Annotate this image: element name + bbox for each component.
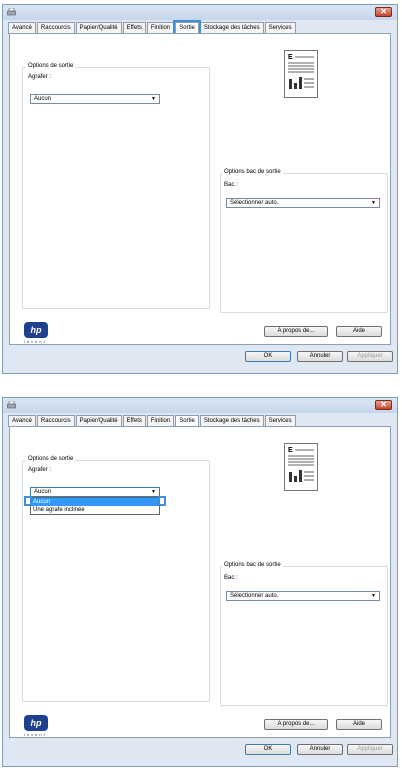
page-preview-icon: E [288, 54, 314, 89]
hp-tagline: invent [24, 339, 47, 344]
hp-logo: hp [24, 715, 48, 731]
sortie-panel: Options de sortie Agrafer : Aucun ▼ E Op… [9, 33, 391, 345]
output-options-label: Options de sortie [26, 456, 76, 462]
staple-label: Agrafer : [28, 467, 52, 473]
chevron-down-icon: ▼ [151, 96, 156, 102]
bin-options-group [220, 566, 388, 706]
staple-dropdown-list: Aucun Une agrafe inclinée [30, 497, 160, 515]
staple-select[interactable]: Aucun ▼ [30, 487, 160, 497]
staple-select-value: Aucun [34, 96, 52, 102]
svg-text:E: E [288, 54, 293, 61]
sortie-panel: Options de sortie Agrafer : Aucun ▼ Aucu… [9, 426, 391, 738]
dropdown-option-agrafe-inclinee[interactable]: Une agrafe inclinée [31, 506, 159, 514]
staple-select[interactable]: Aucun ▼ [30, 94, 160, 104]
page-preview-icon: E [288, 447, 314, 482]
bin-select[interactable]: Sélectionner auto. ▼ [226, 591, 380, 601]
bin-options-group [220, 173, 388, 313]
staple-label: Agrafer : [28, 74, 52, 80]
bin-select-value: Sélectionner auto. [230, 593, 279, 599]
tab-bar: Avancé Raccourcis Papier/Qualité Effets Fini… [8, 414, 297, 428]
chevron-down-icon: ▼ [151, 489, 156, 495]
highlight-marker-left [24, 496, 32, 506]
close-button[interactable]: ✕ [375, 7, 392, 17]
apply-button[interactable]: Appliquer [347, 744, 393, 755]
tab-bar: Avancé Raccourcis Papier/Qualité Effets Fini… [8, 20, 297, 37]
highlight-marker-right [158, 496, 166, 506]
hp-logo: hp [24, 322, 48, 338]
bin-label: Bac : [224, 575, 238, 581]
printer-icon [7, 8, 16, 16]
ok-button[interactable]: OK [245, 744, 291, 755]
printer-properties-window: ✕ Avancé Raccourcis Papier/Qualité Effets Fi… [2, 4, 398, 374]
printer-properties-window-dropdown-open: ✕ Avancé Raccourcis Papier/Qualité Effets Fi… [2, 397, 398, 767]
about-button[interactable]: A propos de... [264, 719, 328, 730]
bin-options-label: Options bac de sortie [222, 562, 283, 568]
hp-tagline: invent [24, 732, 47, 737]
ok-button[interactable]: OK [245, 351, 291, 362]
output-preview: E [284, 50, 318, 98]
help-button[interactable]: Aide [336, 719, 382, 730]
bin-options-label: Options bac de sortie [222, 169, 283, 175]
chevron-down-icon: ▼ [371, 593, 376, 599]
about-button[interactable]: A propos de... [264, 326, 328, 337]
title-bar: ✕ [3, 5, 397, 20]
staple-select-value: Aucun [34, 489, 52, 495]
svg-text:E: E [288, 447, 293, 454]
printer-icon [7, 401, 16, 409]
cancel-button[interactable]: Annuler [297, 351, 343, 362]
close-button[interactable]: ✕ [375, 400, 392, 410]
bin-select[interactable]: Sélectionner auto. ▼ [226, 198, 380, 208]
cancel-button[interactable]: Annuler [297, 744, 343, 755]
output-preview: E [284, 443, 318, 491]
help-button[interactable]: Aide [336, 326, 382, 337]
bin-select-value: Sélectionner auto. [230, 200, 279, 206]
title-bar: ✕ [3, 398, 397, 413]
dropdown-option-aucun[interactable]: Aucun [31, 498, 159, 506]
bin-label: Bac : [224, 182, 238, 188]
apply-button[interactable]: Appliquer [347, 351, 393, 362]
chevron-down-icon: ▼ [371, 200, 376, 206]
output-options-label: Options de sortie [26, 63, 76, 69]
